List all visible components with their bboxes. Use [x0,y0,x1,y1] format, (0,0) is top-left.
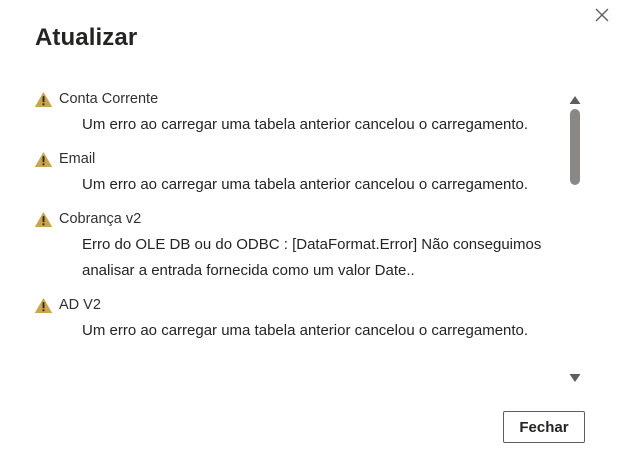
close-button[interactable]: Fechar [503,411,585,443]
warning-icon [34,211,53,228]
refresh-dialog: Atualizar Conta Corrente Um erro ao carr… [0,0,617,463]
close-icon[interactable] [593,6,611,24]
list-item: Cobrança v2 Erro do OLE DB ou do ODBC : … [34,206,554,284]
scroll-up-icon[interactable] [569,92,581,104]
warning-icon [34,151,53,168]
item-message: Um erro ao carregar uma tabela anterior … [82,322,529,339]
error-list[interactable]: Conta Corrente Um erro ao carregar uma t… [34,86,554,384]
list-item: AD V2 Um erro ao carregar uma tabela ant… [34,292,554,344]
dialog-title: Atualizar [35,24,138,51]
warning-icon [34,91,53,108]
warning-icon [34,297,53,314]
item-message: Erro do OLE DB ou do ODBC : [DataFormat.… [82,236,542,279]
item-name: AD V2 [59,297,101,313]
list-item: Conta Corrente Um erro ao carregar uma t… [34,86,554,138]
item-name: Conta Corrente [59,91,159,107]
item-name: Cobrança v2 [59,211,142,227]
vertical-scrollbar[interactable] [566,90,584,384]
scroll-thumb[interactable] [570,109,580,185]
item-name: Email [59,151,96,167]
item-message: Um erro ao carregar uma tabela anterior … [82,116,529,133]
item-message: Um erro ao carregar uma tabela anterior … [82,176,529,193]
list-item: Email Um erro ao carregar uma tabela ant… [34,146,554,198]
scroll-down-icon[interactable] [569,370,581,382]
